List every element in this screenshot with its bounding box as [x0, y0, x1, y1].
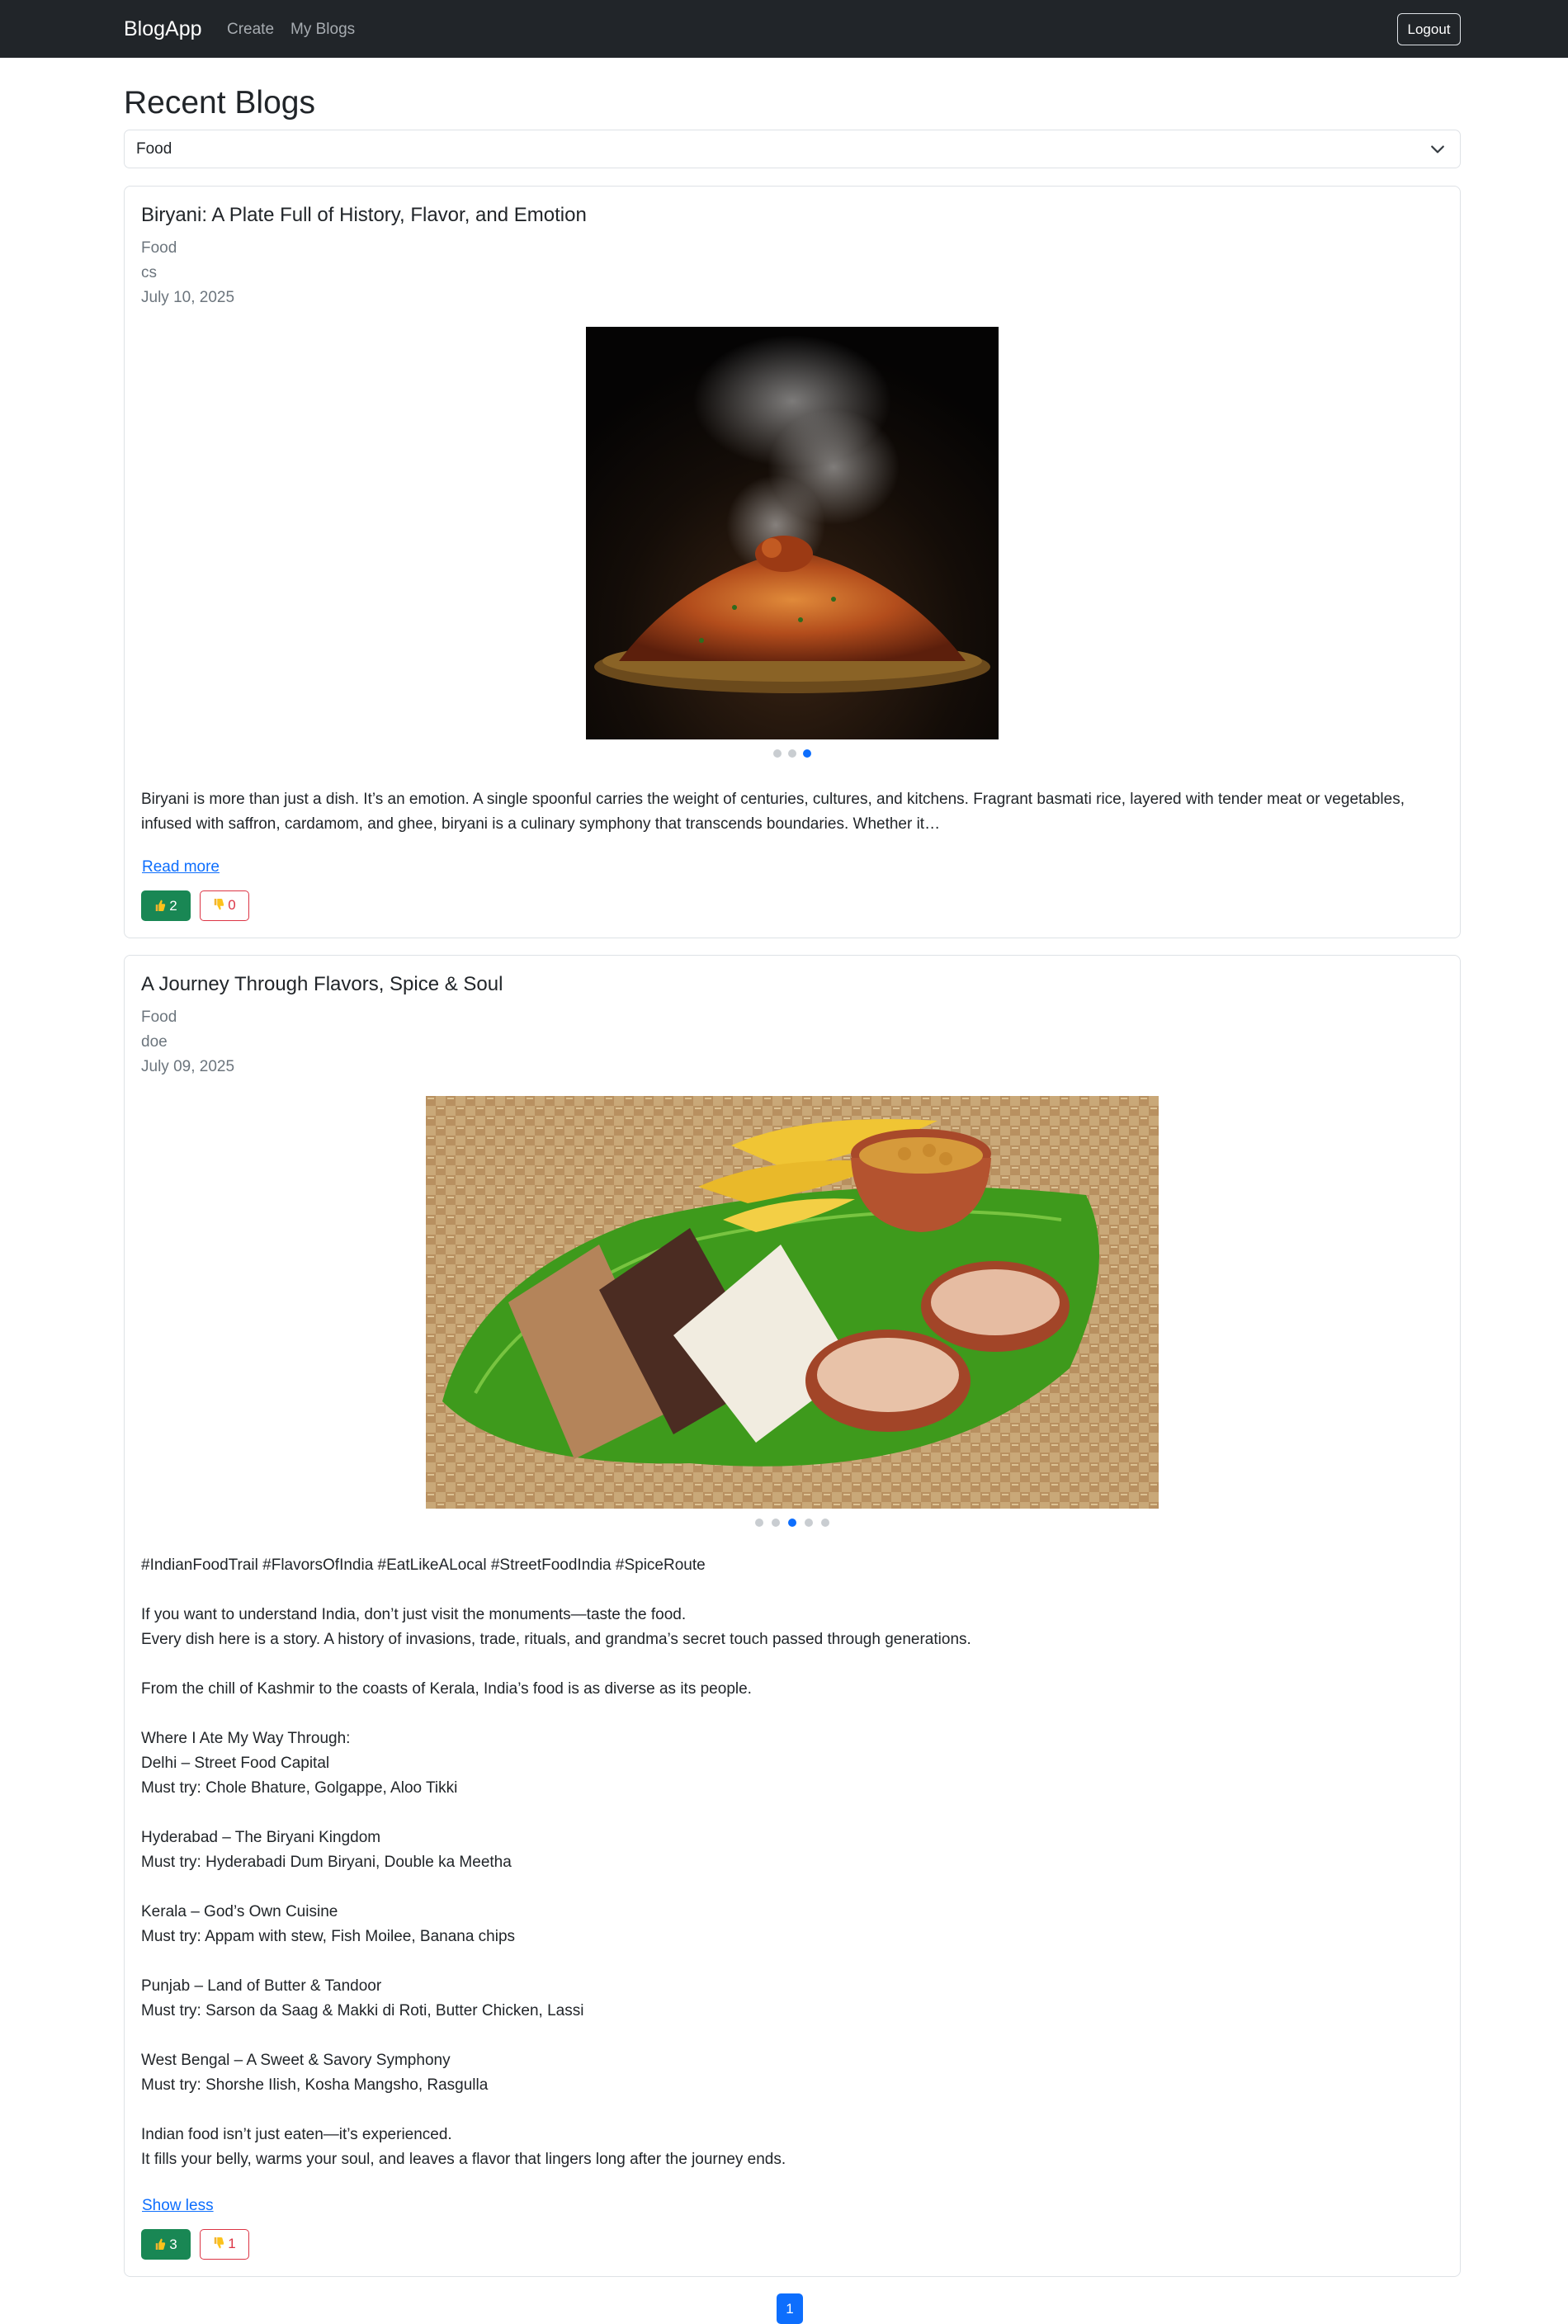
blog-paragraph: Indian food isn’t just eaten—it’s experi…	[141, 2126, 786, 2168]
carousel-dot[interactable]	[821, 1519, 829, 1527]
dislike-button[interactable]: 0	[200, 890, 249, 921]
page-title: Recent Blogs	[124, 85, 315, 120]
blog-excerpt: Biryani is more than just a dish. It’s a…	[141, 791, 1405, 833]
thumbs-down-icon	[215, 899, 224, 910]
indian-food-carousel-image[interactable]	[426, 1096, 1159, 1509]
blog-author: cs	[141, 264, 157, 281]
carousel-indicators	[755, 1519, 829, 1527]
biryani-carousel-image[interactable]	[586, 327, 999, 739]
logout-button[interactable]: Logout	[1397, 13, 1461, 45]
category-filter-select[interactable]: Food	[124, 130, 1461, 168]
blog-date: July 09, 2025	[141, 1058, 235, 1075]
carousel-dot[interactable]	[805, 1519, 813, 1527]
chevron-down-icon	[1431, 145, 1444, 154]
carousel-dot-active[interactable]	[788, 1519, 796, 1527]
carousel-indicators	[773, 749, 811, 758]
like-button[interactable]: 3	[141, 2229, 191, 2260]
dislike-count: 1	[228, 2236, 236, 2251]
blog-category: Food	[141, 1008, 177, 1026]
blog-title: A Journey Through Flavors, Spice & Soul	[141, 973, 503, 995]
nav-my-blogs-link[interactable]: My Blogs	[290, 18, 355, 41]
blog-paragraph: From the chill of Kashmir to the coasts …	[141, 1680, 752, 1698]
blog-category: Food	[141, 239, 177, 257]
blog-hashtags: #IndianFoodTrail #FlavorsOfIndia #EatLik…	[141, 1556, 706, 1574]
blog-card: Biryani: A Plate Full of History, Flavor…	[124, 186, 1461, 938]
carousel-dot[interactable]	[772, 1519, 780, 1527]
thumbs-up-icon	[156, 2238, 166, 2250]
like-count: 2	[169, 898, 177, 914]
blog-paragraph: West Bengal – A Sweet & Savory Symphony …	[141, 2052, 489, 2094]
blog-date: July 10, 2025	[141, 289, 235, 306]
blog-author: doe	[141, 1033, 168, 1051]
carousel-dot[interactable]	[773, 749, 782, 758]
thumbs-down-icon	[215, 2237, 224, 2249]
like-count: 3	[169, 2237, 177, 2252]
top-navbar: BlogApp Create My Blogs Logout	[0, 0, 1568, 58]
pagination-page-1[interactable]: 1	[777, 2293, 803, 2324]
thumbs-up-icon	[156, 900, 166, 911]
like-button[interactable]: 2	[141, 890, 191, 921]
blog-paragraph: Hyderabad – The Biryani Kingdom Must try…	[141, 1829, 512, 1871]
brand-logo[interactable]: BlogApp	[124, 15, 202, 43]
blog-title: Biryani: A Plate Full of History, Flavor…	[141, 204, 587, 226]
read-more-link[interactable]: Read more	[142, 856, 220, 879]
dislike-button[interactable]: 1	[200, 2229, 249, 2260]
blog-paragraph: Where I Ate My Way Through: Delhi – Stre…	[141, 1730, 458, 1797]
blog-paragraph: If you want to understand India, don’t j…	[141, 1606, 971, 1648]
show-less-link[interactable]: Show less	[142, 2194, 214, 2218]
blog-card: A Journey Through Flavors, Spice & Soul …	[124, 955, 1461, 2277]
nav-create-link[interactable]: Create	[227, 18, 274, 41]
dislike-count: 0	[228, 897, 236, 913]
category-filter-value: Food	[136, 140, 172, 158]
blog-paragraph: Kerala – God’s Own Cuisine Must try: App…	[141, 1903, 516, 1945]
blog-paragraph: Punjab – Land of Butter & Tandoor Must t…	[141, 1977, 584, 2019]
carousel-dot[interactable]	[755, 1519, 763, 1527]
carousel-dot[interactable]	[788, 749, 796, 758]
carousel-dot-active[interactable]	[803, 749, 811, 758]
